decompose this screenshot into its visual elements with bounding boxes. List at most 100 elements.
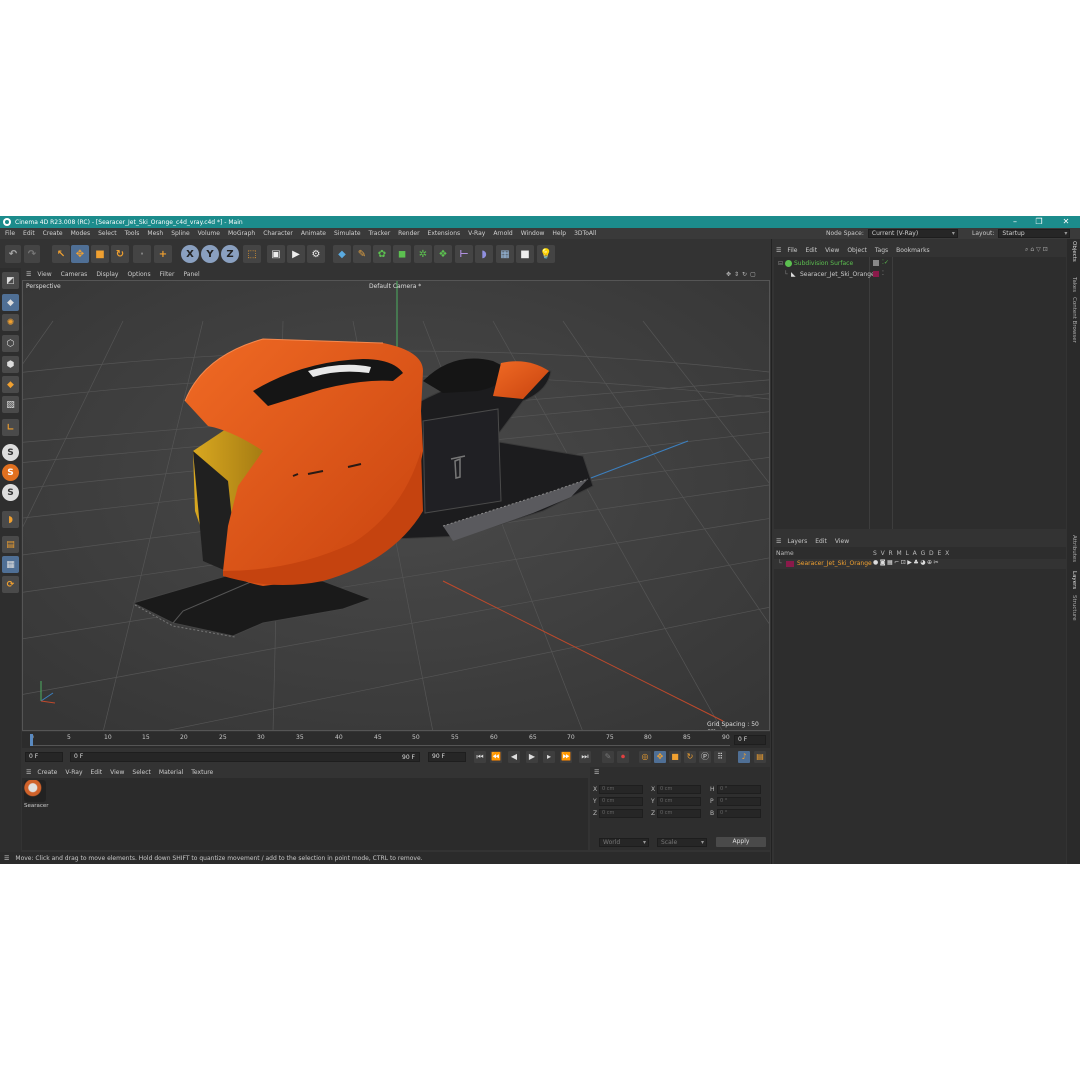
workplane-icon[interactable]: ▤ <box>2 536 19 553</box>
render-picture-viewer-icon[interactable]: ▶ <box>287 245 305 263</box>
coordinate-system-icon[interactable]: ⬚ <box>243 245 261 263</box>
points-mode-icon[interactable]: ⬡ <box>2 335 19 352</box>
menu-help[interactable]: Help <box>552 230 566 237</box>
material-menu-vray[interactable]: V-Ray <box>65 769 82 776</box>
record-keys-icon[interactable]: ✎ <box>602 751 614 763</box>
rot-b-field[interactable]: 0 ° <box>717 809 761 818</box>
menu-file[interactable]: File <box>5 230 15 237</box>
key-rotation-icon[interactable]: ↻ <box>684 751 696 763</box>
go-to-end-icon[interactable]: ⏭ <box>579 751 591 763</box>
tab-content-browser[interactable]: Content Browser <box>1067 297 1080 343</box>
viewport-menu-cameras[interactable]: Cameras <box>61 271 88 278</box>
material-menu-edit[interactable]: Edit <box>91 769 103 776</box>
menu-extensions[interactable]: Extensions <box>428 230 461 237</box>
3d-viewport[interactable]: Perspective Default Camera * Grid Spacin… <box>22 280 770 731</box>
edges-mode-icon[interactable]: ⬢ <box>2 356 19 373</box>
objects-menu-bookmarks[interactable]: Bookmarks <box>896 247 930 254</box>
redo-icon[interactable]: ↷ <box>24 245 40 263</box>
make-editable-icon[interactable]: ◩ <box>2 272 19 289</box>
coords-hamburger-icon[interactable]: ☰ <box>594 769 599 776</box>
layer-row[interactable]: └ Searacer_Jet_Ski_Orange ●◙▦⌐⊡▶♣◕⊕✂ <box>774 559 1066 569</box>
viewport-hamburger-icon[interactable]: ☰ <box>26 271 31 278</box>
layers-menu-edit[interactable]: Edit <box>815 538 827 545</box>
play-icon[interactable]: ▶ <box>526 751 538 763</box>
menu-volume[interactable]: Volume <box>198 230 220 237</box>
material-menu-view[interactable]: View <box>110 769 124 776</box>
menu-modes[interactable]: Modes <box>71 230 90 237</box>
objects-menu-file[interactable]: File <box>787 247 797 254</box>
pos-z-field[interactable]: 0 cm <box>599 809 643 818</box>
viewport-menu-display[interactable]: Display <box>96 271 118 278</box>
viewport-menu-options[interactable]: Options <box>127 271 150 278</box>
layers-hamburger-icon[interactable]: ☰ <box>776 538 781 545</box>
menu-window[interactable]: Window <box>521 230 545 237</box>
select-arrow-icon[interactable]: ↖ <box>52 245 70 263</box>
rot-h-field[interactable]: 0 ° <box>717 785 761 794</box>
visibility-dots-icon[interactable]: ⁚ <box>882 270 884 277</box>
floor-environment-icon[interactable]: ▦ <box>496 245 514 263</box>
extrude-generator-icon[interactable]: ◼ <box>393 245 411 263</box>
tab-takes[interactable]: Takes <box>1067 277 1080 292</box>
texture-mode-icon[interactable]: ✺ <box>2 314 19 331</box>
menu-simulate[interactable]: Simulate <box>334 230 361 237</box>
material-hamburger-icon[interactable]: ☰ <box>26 769 31 776</box>
rot-p-field[interactable]: 0 ° <box>717 797 761 806</box>
tweak-mode-icon[interactable]: ◗ <box>2 511 19 528</box>
key-parameter-icon[interactable]: Ⓟ <box>699 751 711 763</box>
cloner-icon[interactable]: ✲ <box>414 245 432 263</box>
menu-3dtoall[interactable]: 3DToAll <box>574 230 596 237</box>
sound-icon[interactable]: ♪ <box>738 751 750 763</box>
camera-label[interactable]: Default Camera * <box>369 283 421 290</box>
pos-y-field[interactable]: 0 cm <box>599 797 643 806</box>
light-icon[interactable]: 💡 <box>537 245 555 263</box>
size-z-field[interactable]: 0 cm <box>657 809 701 818</box>
menu-edit[interactable]: Edit <box>23 230 35 237</box>
camera-icon[interactable]: ■ <box>516 245 534 263</box>
auto-key-icon[interactable]: ⏺ <box>617 751 629 763</box>
objects-menu-view[interactable]: View <box>825 247 839 254</box>
go-to-start-icon[interactable]: ⏮ <box>474 751 486 763</box>
viewport-menu-panel[interactable]: Panel <box>183 271 199 278</box>
snap-s-active-button[interactable]: S <box>2 464 19 481</box>
menu-tracker[interactable]: Tracker <box>369 230 391 237</box>
layer-swatch-icon[interactable] <box>873 260 879 266</box>
material-menu-select[interactable]: Select <box>132 769 151 776</box>
mograph-effector-icon[interactable]: ❖ <box>434 245 452 263</box>
material-menu-create[interactable]: Create <box>37 769 57 776</box>
layer-flag-icons[interactable]: ●◙▦⌐⊡▶♣◕⊕✂ <box>873 559 940 566</box>
rotate-tool-icon[interactable]: ↻ <box>111 245 129 263</box>
material-menu-material[interactable]: Material <box>159 769 183 776</box>
pos-x-field[interactable]: 0 cm <box>599 785 643 794</box>
timeline-window-icon[interactable]: ▤ <box>754 751 766 763</box>
field-icon[interactable]: ◗ <box>475 245 493 263</box>
status-hamburger-icon[interactable]: ☰ <box>4 855 9 862</box>
axis-y-button[interactable]: Y <box>201 245 219 263</box>
keyframe-selection-icon[interactable]: ◎ <box>639 751 651 763</box>
deformer-bend-icon[interactable]: ⊢ <box>455 245 473 263</box>
scale-tool-icon[interactable]: ■ <box>91 245 109 263</box>
objects-menu-edit[interactable]: Edit <box>805 247 817 254</box>
maximize-button[interactable]: ❐ <box>1027 216 1051 228</box>
cube-primitive-icon[interactable]: ◆ <box>333 245 351 263</box>
previous-frame-icon[interactable]: ◀ <box>508 751 520 763</box>
pen-spline-icon[interactable]: ✎ <box>353 245 371 263</box>
menu-animate[interactable]: Animate <box>301 230 326 237</box>
undo-icon[interactable]: ↶ <box>5 245 21 263</box>
next-frame-icon[interactable]: ▸ <box>543 751 555 763</box>
object-row-subdivision[interactable]: ⊟ Subdivision Surface ⁚✓ <box>774 259 1066 269</box>
frame-range-slider[interactable]: 0 F <box>70 752 420 762</box>
menu-arnold[interactable]: Arnold <box>493 230 512 237</box>
coordinate-mode-select[interactable]: Scale <box>657 838 707 847</box>
current-frame-field[interactable]: 0 F <box>734 735 766 745</box>
axis-z-button[interactable]: Z <box>221 245 239 263</box>
menu-create[interactable]: Create <box>43 230 63 237</box>
locked-workplane-icon[interactable]: ▦ <box>2 556 19 573</box>
menu-render[interactable]: Render <box>398 230 419 237</box>
objects-search-icons[interactable]: ⌕⌂▽⊡ <box>1025 246 1050 254</box>
start-frame-field[interactable]: 0 F <box>25 752 63 762</box>
objects-hamburger-icon[interactable]: ☰ <box>776 247 781 254</box>
tab-attributes[interactable]: Attributes <box>1067 535 1080 562</box>
layer-swatch-icon[interactable] <box>873 271 879 277</box>
polygons-mode-icon[interactable]: ◆ <box>2 376 19 393</box>
viewport-nav-icons[interactable]: ✥⇕↻▢ <box>726 271 759 278</box>
